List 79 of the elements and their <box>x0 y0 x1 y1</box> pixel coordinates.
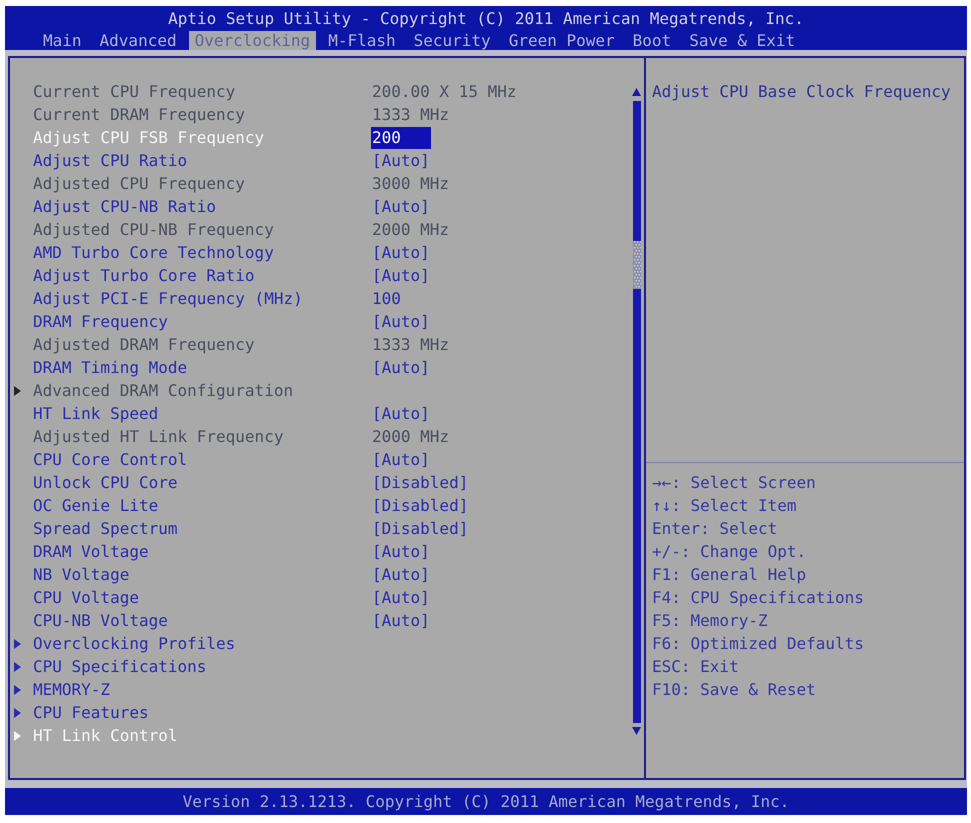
submenu-link[interactable]: MEMORY-Z <box>33 680 110 700</box>
footer-text: Version 2.13.1213. Copyright (C) 2011 American Megatrends, Inc. <box>182 792 790 811</box>
caret-icon <box>14 708 21 718</box>
caret-icon <box>14 662 21 672</box>
key-hint: ESC: Exit <box>652 656 740 678</box>
setting-reading: 1333 MHz <box>371 104 450 126</box>
setting-value[interactable]: [Auto] <box>371 586 431 608</box>
setting-reading: 2000 MHz <box>371 218 450 240</box>
setting-value[interactable]: [Auto] <box>371 448 431 470</box>
menu-tab[interactable]: Boot <box>626 31 678 50</box>
setting-label[interactable]: Adjust PCI-E Frequency (MHz) <box>33 288 303 308</box>
setting-value[interactable]: [Disabled] <box>371 472 470 494</box>
menu-tab[interactable]: Save & Exit <box>683 31 802 50</box>
setting-value[interactable]: [Disabled] <box>371 494 470 516</box>
setting-value[interactable]: 200 <box>371 126 431 148</box>
setting-value[interactable]: [Auto] <box>371 264 431 286</box>
setting-label: Adjusted DRAM Frequency <box>33 334 255 354</box>
setting-reading: 200.00 X 15 MHz <box>371 80 518 102</box>
setting-label[interactable]: HT Link Speed <box>33 404 158 424</box>
setting-value[interactable]: [Auto] <box>371 564 431 586</box>
menu-tab[interactable]: Main <box>37 31 88 50</box>
setting-value[interactable]: [Auto] <box>371 310 431 332</box>
setting-label[interactable]: NB Voltage <box>33 564 130 584</box>
setting-reading: 2000 MHz <box>371 426 450 448</box>
setting-label[interactable]: OC Genie Lite <box>33 496 158 516</box>
setting-label[interactable]: AMD Turbo Core Technology <box>33 242 274 262</box>
setting-value[interactable]: [Auto] <box>371 242 431 264</box>
menu-tab[interactable]: M-Flash <box>322 31 402 50</box>
caret-icon <box>14 730 21 740</box>
caret-icon <box>14 684 21 694</box>
setting-value[interactable]: [Auto] <box>371 150 431 172</box>
setting-label: Adjusted CPU-NB Frequency <box>33 220 274 240</box>
menu-tab[interactable]: Green Power <box>502 31 621 50</box>
setting-value[interactable]: [Disabled] <box>371 518 470 540</box>
setting-label[interactable]: DRAM Frequency <box>33 312 168 332</box>
window-title: Aptio Setup Utility - Copyright (C) 2011 American Megatrends, Inc. <box>168 10 804 28</box>
key-hint: F10: Save & Reset <box>652 679 817 701</box>
setting-reading: 3000 MHz <box>371 172 450 194</box>
setting-label[interactable]: DRAM Voltage <box>33 542 149 562</box>
grip-icon <box>632 241 640 289</box>
setting-value[interactable]: [Auto] <box>371 402 431 424</box>
setting-value[interactable]: [Auto] <box>371 196 431 218</box>
key-hint: +/-: Change Opt. <box>652 541 808 563</box>
setting-label: Adjusted CPU Frequency <box>33 174 245 194</box>
setting-value[interactable]: [Auto] <box>371 610 431 632</box>
setting-label[interactable]: DRAM Timing Mode <box>33 358 188 378</box>
submenu-link[interactable]: CPU Features <box>33 702 149 722</box>
setting-label[interactable]: Unlock CPU Core <box>33 472 178 492</box>
submenu-link[interactable]: Overclocking Profiles <box>33 634 236 654</box>
setting-value[interactable]: 100 <box>371 288 402 310</box>
setting-reading: 1333 MHz <box>371 334 450 356</box>
help-text: Adjust CPU Base Clock Frequency <box>652 81 952 103</box>
setting-label[interactable]: Adjust CPU-NB Ratio <box>33 196 216 216</box>
key-hint: F5: Memory-Z <box>652 610 769 632</box>
key-hint: →←: Select Screen <box>652 472 817 494</box>
key-hint: ↑↓: Select Item <box>652 495 798 517</box>
scroll-down-icon <box>632 727 641 735</box>
setting-label[interactable]: CPU Voltage <box>33 588 139 608</box>
setting-value[interactable]: [Auto] <box>371 356 431 378</box>
setting-value[interactable]: [Auto] <box>371 540 431 562</box>
caret-icon <box>14 386 21 396</box>
setting-label: Adjusted HT Link Frequency <box>33 426 284 446</box>
setting-label[interactable]: Adjust Turbo Core Ratio <box>33 266 255 286</box>
setting-label: Current CPU Frequency <box>33 82 236 102</box>
caret-icon <box>14 638 21 648</box>
menu-tab[interactable]: Advanced <box>94 31 183 50</box>
setting-label[interactable]: CPU Core Control <box>33 450 188 470</box>
menu-tab[interactable]: Overclocking <box>188 31 316 50</box>
key-hint: F4: CPU Specifications <box>652 587 865 609</box>
setting-label[interactable]: Adjust CPU Ratio <box>33 150 188 170</box>
key-hint: F6: Optimized Defaults <box>652 633 865 655</box>
scroll-up-icon <box>632 88 641 96</box>
submenu-link[interactable]: CPU Specifications <box>33 656 206 676</box>
setting-label: Current DRAM Frequency <box>33 104 245 124</box>
key-hint: F1: General Help <box>652 564 808 586</box>
menu-tab[interactable]: Security <box>408 31 497 50</box>
setting-label[interactable]: CPU-NB Voltage <box>33 610 168 630</box>
setting-label[interactable]: Spread Spectrum <box>33 518 178 538</box>
key-hint: Enter: Select <box>652 518 778 540</box>
